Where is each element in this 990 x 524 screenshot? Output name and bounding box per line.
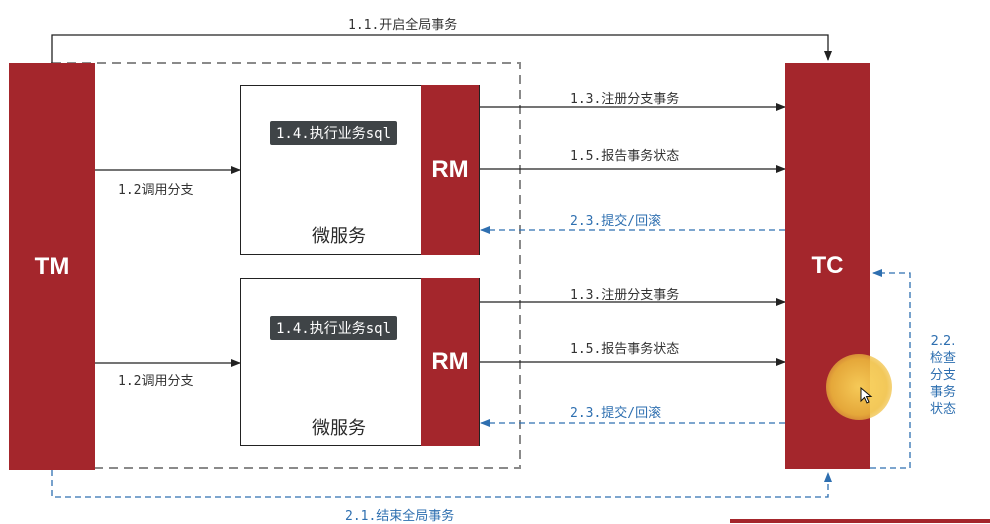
- label-call-branch-lower: 1.2调用分支: [118, 374, 194, 389]
- seata-at-diagram: TM TC RM 1.4.执行业务sql 微服务 RM 1.4.执行业务sql …: [0, 0, 990, 524]
- rm-label-upper: RM: [431, 156, 469, 183]
- rm-label-lower: RM: [431, 348, 469, 375]
- bottom-accent-bar: [730, 519, 990, 523]
- mouse-cursor-icon: [860, 387, 873, 404]
- tm-block: TM: [9, 63, 95, 470]
- label-report-status-upper: 1.5.报告事务状态: [570, 149, 680, 164]
- check-status-line-5: 状态: [929, 402, 956, 417]
- label-commit-rollback-lower: 2.3.提交/回滚: [570, 406, 662, 421]
- tc-label: TC: [811, 252, 844, 279]
- check-status-line-1: 2.2.: [930, 334, 956, 349]
- tm-label: TM: [34, 252, 70, 280]
- label-register-branch-upper: 1.3.注册分支事务: [570, 92, 680, 107]
- cursor-highlight: [826, 354, 892, 420]
- arrow-end-global: [51, 470, 832, 498]
- label-commit-rollback-upper: 2.3.提交/回滚: [570, 214, 662, 229]
- label-call-branch-upper: 1.2调用分支: [118, 183, 194, 198]
- label-end-global: 2.1.结束全局事务: [345, 509, 455, 524]
- label-report-status-lower: 1.5.报告事务状态: [570, 342, 680, 357]
- label-check-branch-status: 2.2. 检查 分支 事务 状态: [925, 333, 961, 418]
- label-begin-global: 1.1.开启全局事务: [348, 18, 458, 33]
- service-label-upper: 微服务: [312, 226, 366, 247]
- arrow-begin-global: [51, 34, 832, 63]
- service-label-lower: 微服务: [312, 418, 366, 439]
- rm-block-upper: RM: [421, 85, 479, 255]
- label-register-branch-lower: 1.3.注册分支事务: [570, 288, 680, 303]
- check-status-line-3: 分支: [929, 368, 956, 383]
- sql-tag-upper: 1.4.执行业务sql: [270, 121, 398, 145]
- sql-tag-lower: 1.4.执行业务sql: [270, 316, 398, 340]
- check-status-line-4: 事务: [929, 385, 956, 400]
- rm-block-lower: RM: [421, 278, 479, 446]
- check-status-line-2: 检查: [929, 351, 956, 366]
